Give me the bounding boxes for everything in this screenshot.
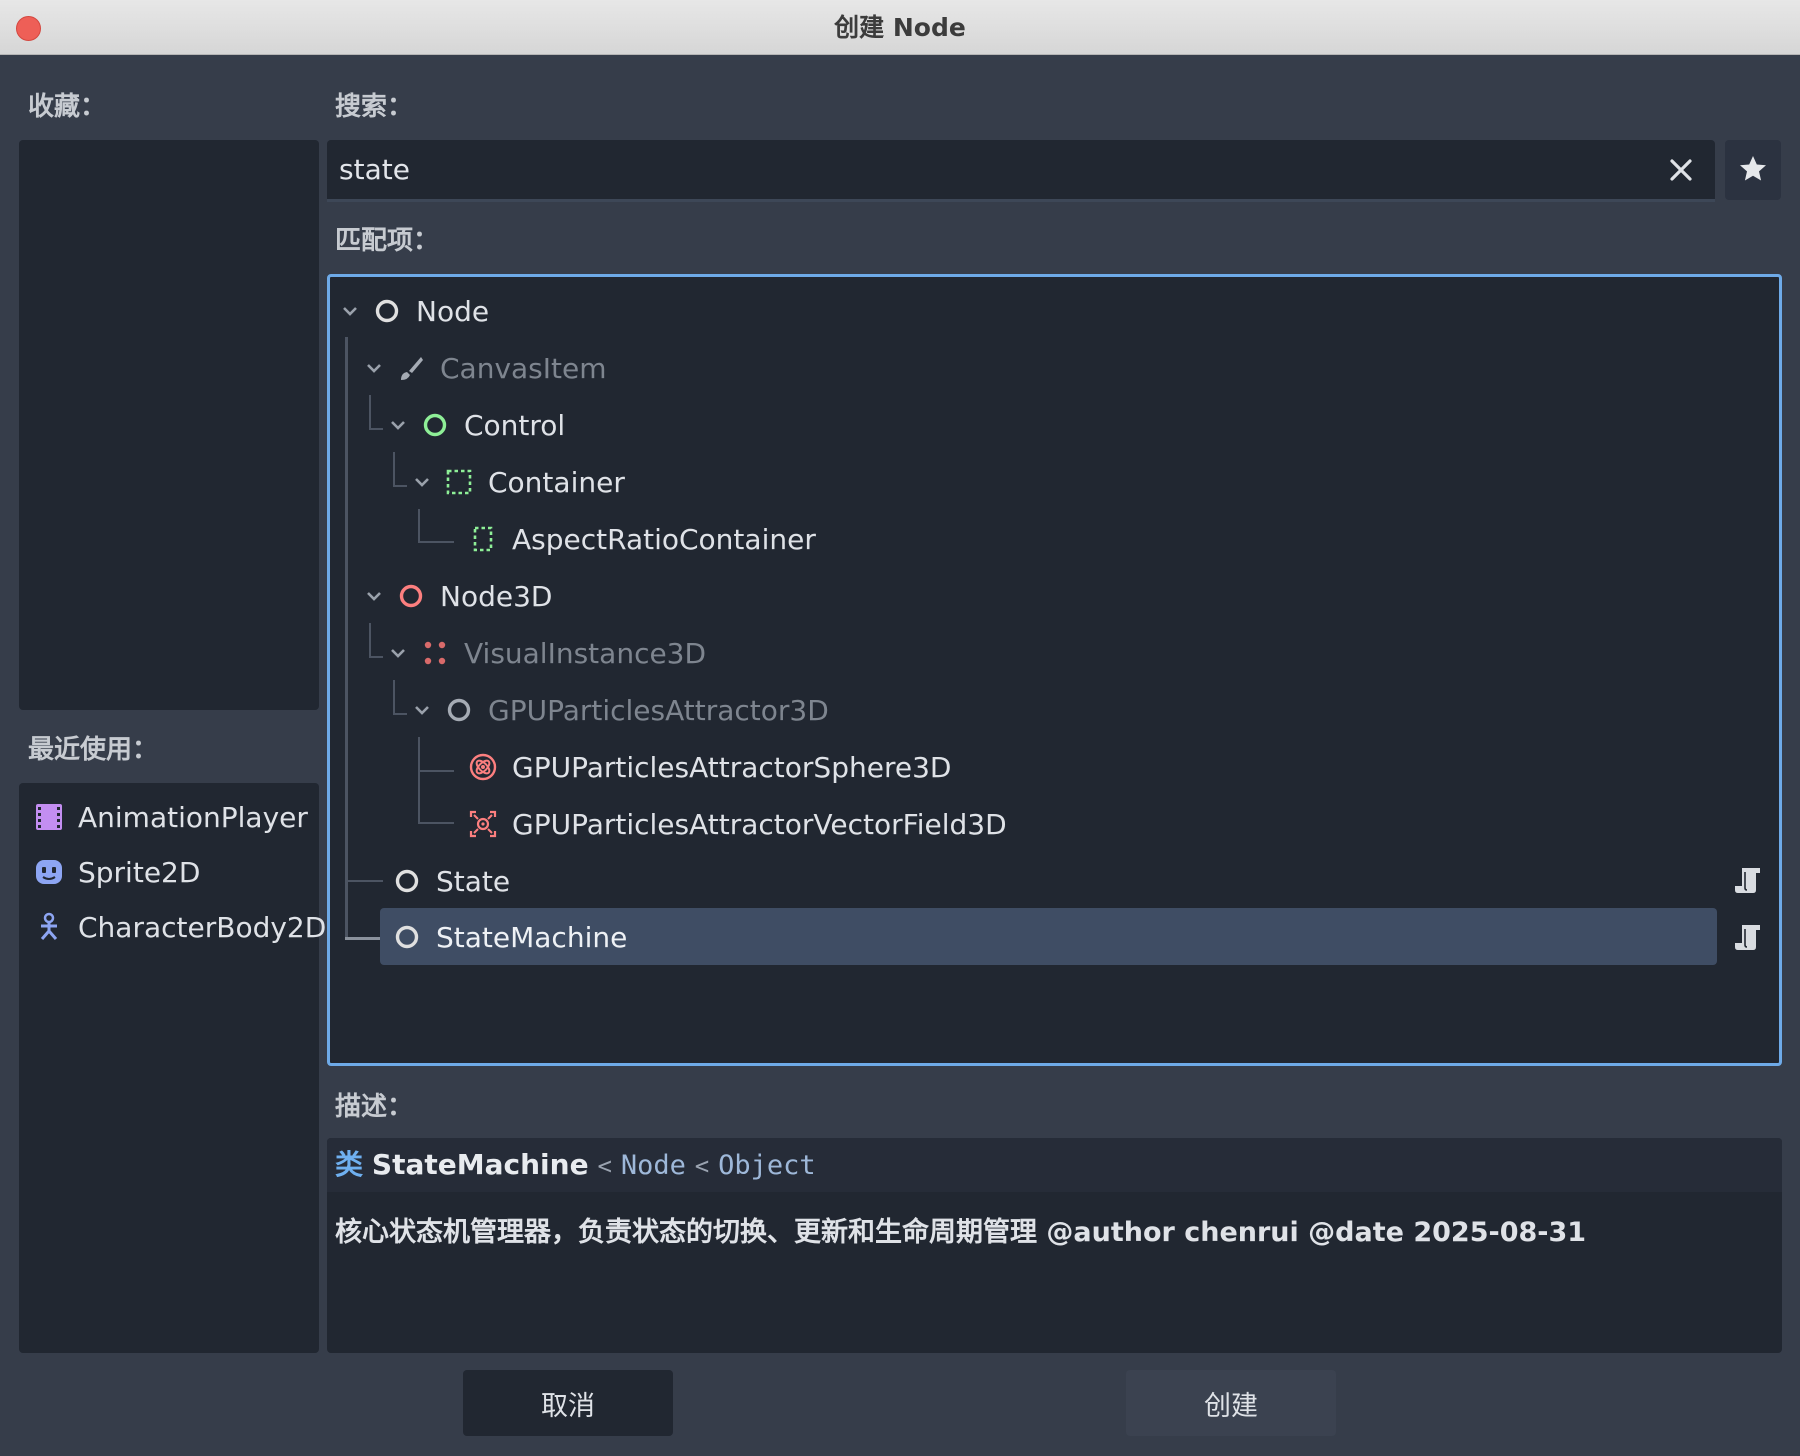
tree-line xyxy=(348,880,383,882)
tree-item-gpuparticlesattractorsphere3d[interactable]: GPUParticlesAttractorSphere3D xyxy=(468,742,951,792)
tree-item-label: AspectRatioContainer xyxy=(512,522,816,556)
tree-line xyxy=(345,937,383,940)
recent-item-label: CharacterBody2D xyxy=(78,910,327,944)
node-icon xyxy=(375,299,399,323)
class-keyword: 类 xyxy=(335,1148,364,1181)
search-label: 搜索： xyxy=(335,92,414,122)
search-input[interactable]: state xyxy=(327,140,1715,202)
node-icon xyxy=(395,869,419,893)
tree-line xyxy=(369,656,383,658)
animation-player-icon xyxy=(36,804,62,830)
tree-line xyxy=(393,485,407,487)
parent-class-link[interactable]: Object xyxy=(718,1150,816,1181)
chevron-down-icon[interactable] xyxy=(410,698,434,722)
tree-line xyxy=(418,770,454,772)
recent-item-label: AnimationPlayer xyxy=(78,800,308,834)
description-header: 类 StateMachine < Node < Object xyxy=(327,1138,1782,1192)
control-icon xyxy=(423,413,447,437)
favorites-label: 收藏： xyxy=(28,92,107,122)
recent-list[interactable]: AnimationPlayer Sprite2D CharacterBody2D xyxy=(19,783,326,1353)
description-label: 描述： xyxy=(335,1092,414,1122)
tree-line xyxy=(345,337,348,940)
chevron-down-icon[interactable] xyxy=(386,413,410,437)
tree-item-statemachine[interactable]: StateMachine xyxy=(392,912,627,962)
tree-item-label: State xyxy=(436,864,511,898)
tree-item-control[interactable]: Control xyxy=(386,400,565,450)
inherit-separator: < xyxy=(597,1152,612,1180)
tree-item-label: GPUParticlesAttractorSphere3D xyxy=(512,750,952,784)
window-title: 创建 Node xyxy=(834,13,966,42)
brush-icon xyxy=(401,357,423,380)
tree-item-label: VisualInstance3D xyxy=(464,636,707,670)
tree-line xyxy=(369,395,371,430)
tree-item-canvasitem[interactable]: CanvasItem xyxy=(362,343,607,393)
tree-line xyxy=(369,623,371,658)
tree-line xyxy=(393,680,395,715)
clear-search-icon[interactable] xyxy=(1665,154,1697,186)
tree-item-label: StateMachine xyxy=(436,920,628,954)
gpu-particles-attractor3d-icon xyxy=(447,698,471,722)
description-panel: 类 StateMachine < Node < Object 核心状态机管理器，… xyxy=(327,1138,1782,1353)
sprite2d-icon xyxy=(36,860,62,884)
node-icon xyxy=(395,925,419,949)
tree-item-state[interactable]: State xyxy=(392,856,510,906)
tree-line xyxy=(418,822,454,824)
search-input-value: state xyxy=(339,153,410,186)
tree-line xyxy=(393,713,407,715)
parent-class-link[interactable]: Node xyxy=(621,1150,686,1181)
matches-label: 匹配项： xyxy=(335,226,440,256)
recent-item-animationplayer[interactable]: AnimationPlayer xyxy=(34,793,308,841)
tree-item-container[interactable]: Container xyxy=(410,457,625,507)
tree-item-node[interactable]: Node xyxy=(338,286,489,336)
tree-line xyxy=(418,541,454,543)
aspect-ratio-container-icon xyxy=(473,526,493,552)
tree-item-label: Node xyxy=(416,294,490,328)
tree-item-visualinstance3d[interactable]: VisualInstance3D xyxy=(386,628,706,678)
chevron-down-icon[interactable] xyxy=(362,584,386,608)
recent-label: 最近使用： xyxy=(28,735,159,765)
star-icon xyxy=(1740,156,1766,181)
tree-item-label: CanvasItem xyxy=(440,351,607,385)
tree-line xyxy=(418,509,420,543)
tree-item-gpuparticlesattractor3d[interactable]: GPUParticlesAttractor3D xyxy=(410,685,829,735)
description-text: 核心状态机管理器，负责状态的切换、更新和生命周期管理 @author chenr… xyxy=(335,1217,1587,1248)
tree-item-node3d[interactable]: Node3D xyxy=(362,571,552,621)
node3d-icon xyxy=(399,584,423,608)
class-name: StateMachine xyxy=(371,1148,589,1181)
chevron-down-icon[interactable] xyxy=(386,641,410,665)
title-bar: 创建 Node xyxy=(0,0,1800,55)
tree-item-label: Container xyxy=(488,465,625,499)
cancel-button[interactable]: 取消 xyxy=(463,1370,673,1436)
tree-item-gpuparticlesattractorvectorfield3d[interactable]: GPUParticlesAttractorVectorField3D xyxy=(468,799,1007,849)
character-body2d-icon xyxy=(40,912,58,940)
tree-item-label: Node3D xyxy=(440,579,553,613)
tree-line xyxy=(418,737,420,823)
script-icon[interactable] xyxy=(1734,921,1764,953)
gpu-particles-attractor-sphere3d-icon xyxy=(469,753,497,781)
recent-item-characterbody2d[interactable]: CharacterBody2D xyxy=(34,903,326,951)
inherit-separator: < xyxy=(694,1152,710,1180)
gpu-particles-attractor-vector-field3d-icon xyxy=(469,810,497,838)
tree-item-label: GPUParticlesAttractorVectorField3D xyxy=(512,807,1007,841)
tree-line xyxy=(393,452,395,487)
visual-instance3d-icon xyxy=(424,641,446,665)
chevron-down-icon[interactable] xyxy=(338,299,362,323)
favorite-button[interactable] xyxy=(1725,140,1781,200)
favorites-list[interactable] xyxy=(19,140,319,710)
create-button[interactable]: 创建 xyxy=(1126,1370,1336,1436)
container-icon xyxy=(446,469,472,495)
tree-item-label: GPUParticlesAttractor3D xyxy=(488,693,829,727)
script-icon[interactable] xyxy=(1734,864,1764,896)
tree-item-aspectratiocontainer[interactable]: AspectRatioContainer xyxy=(468,514,816,564)
chevron-down-icon[interactable] xyxy=(362,356,386,380)
tree-item-label: Control xyxy=(464,408,566,442)
class-signature: 类 StateMachine < Node < Object xyxy=(335,1138,816,1192)
chevron-down-icon[interactable] xyxy=(410,470,434,494)
recent-item-sprite2d[interactable]: Sprite2D xyxy=(34,848,200,896)
recent-item-label: Sprite2D xyxy=(78,855,201,889)
tree-line xyxy=(369,428,383,430)
